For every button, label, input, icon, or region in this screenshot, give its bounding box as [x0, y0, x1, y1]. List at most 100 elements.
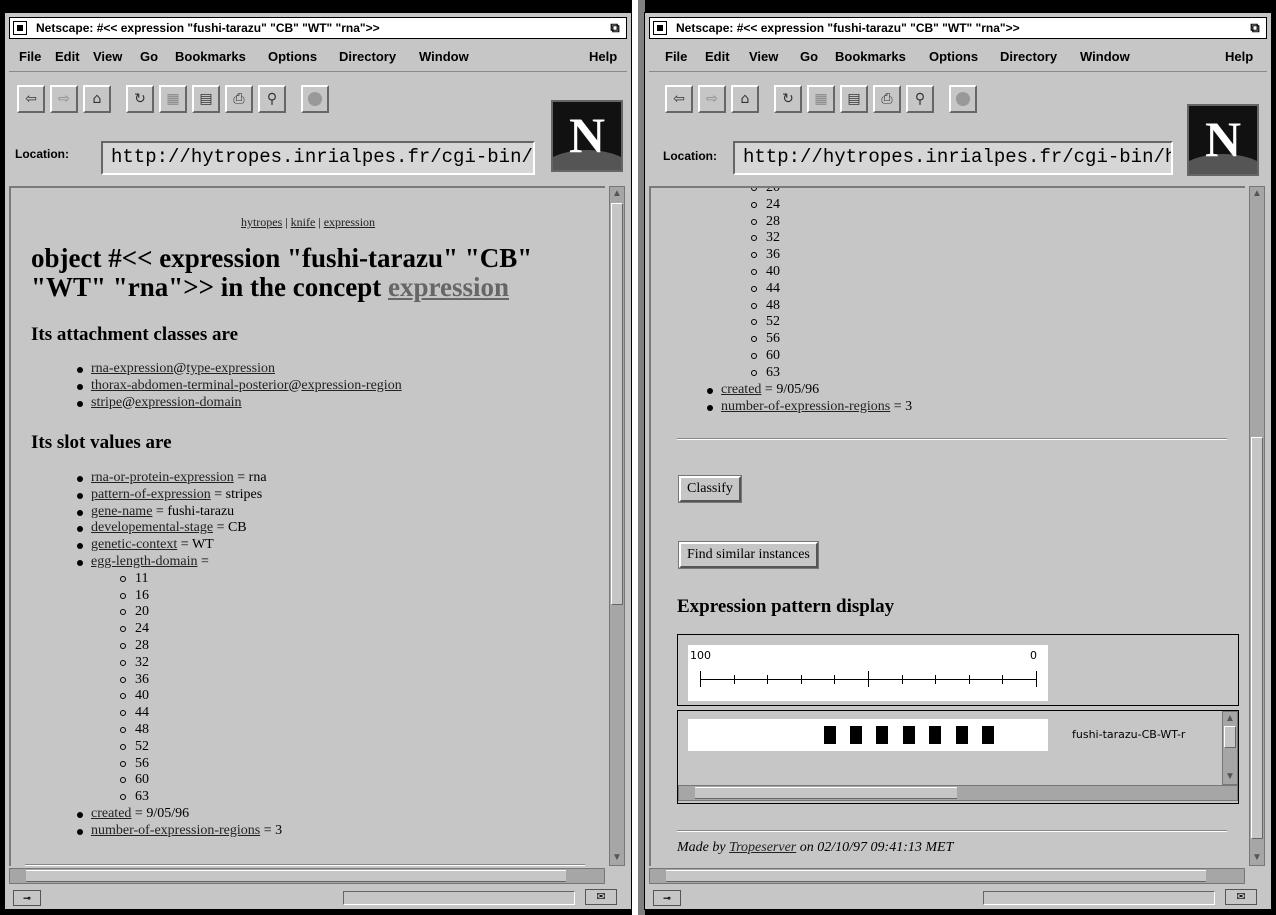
reload-icon[interactable]: ↻ [126, 85, 154, 113]
menu-directory[interactable]: Directory [339, 49, 396, 64]
title-bar[interactable]: Netscape: #<< expression "fushi-tarazu" … [649, 17, 1267, 39]
window-menu-icon[interactable] [13, 21, 27, 35]
list-item: created = 9/05/96 [707, 382, 912, 399]
scroll-up-icon[interactable]: ▲ [610, 187, 624, 201]
back-icon[interactable]: ⇦ [665, 85, 693, 113]
menu-help[interactable]: Help [589, 49, 617, 64]
slot-link[interactable]: egg-length-domain [91, 554, 198, 569]
stop-icon[interactable] [301, 85, 329, 113]
list-item: pattern-of-expression = stripes [77, 487, 282, 504]
crumb-hytropes[interactable]: hytropes [241, 215, 282, 229]
location-input[interactable]: http://hytropes.inrialpes.fr/cgi-bin/h [733, 141, 1173, 175]
scroll-up-icon[interactable]: ▲ [1250, 187, 1264, 201]
class-link[interactable]: expression-domain [135, 395, 242, 410]
slot-link[interactable]: developemental-stage [91, 520, 213, 535]
scrollbar-thumb[interactable] [666, 870, 1206, 882]
slot-link[interactable]: created [721, 382, 761, 397]
forward-icon[interactable]: ⇨ [50, 85, 78, 113]
slot-link[interactable]: rna-or-protein-expression [91, 470, 234, 485]
find-icon[interactable]: ⚲ [906, 85, 934, 113]
location-input[interactable]: http://hytropes.inrialpes.fr/cgi-bin/l [101, 141, 535, 175]
forward-icon[interactable]: ⇨ [698, 85, 726, 113]
menu-directory[interactable]: Directory [1000, 49, 1057, 64]
vertical-scrollbar[interactable]: ▲ ▼ [1249, 186, 1265, 866]
slot-link[interactable]: created [91, 806, 131, 821]
menu-go[interactable]: Go [800, 49, 818, 64]
security-key-icon[interactable]: ⊸ [13, 890, 41, 906]
scroll-down-icon[interactable]: ▼ [610, 851, 624, 865]
scrollbar-thumb[interactable] [611, 203, 623, 605]
menu-file[interactable]: File [19, 49, 41, 64]
maximize-icon[interactable]: ⧉ [607, 20, 623, 36]
security-key-icon[interactable]: ⊸ [653, 890, 681, 906]
scale-box: 100 0 [677, 634, 1239, 706]
horizontal-scrollbar[interactable] [649, 868, 1245, 884]
concept-link[interactable]: expression [388, 272, 509, 302]
menu-options[interactable]: Options [268, 49, 317, 64]
slot-link[interactable]: number-of-expression-regions [721, 399, 890, 414]
scroll-down-icon[interactable]: ▼ [1250, 851, 1264, 865]
crumb-knife[interactable]: knife [291, 215, 316, 229]
home-icon[interactable]: ⌂ [83, 85, 111, 113]
menu-bookmarks[interactable]: Bookmarks [175, 49, 246, 64]
back-icon[interactable]: ⇦ [17, 85, 45, 113]
class-link[interactable]: thorax-abdomen-terminal-posterior [91, 378, 288, 393]
find-similar-button[interactable]: Find similar instances [678, 541, 819, 569]
slot-value: = WT [177, 537, 214, 553]
title-bar[interactable]: Netscape: #<< expression "fushi-tarazu" … [9, 17, 627, 39]
mail-icon[interactable]: ✉ [585, 889, 617, 905]
slot-link[interactable]: gene-name [91, 504, 152, 519]
scroll-down-icon[interactable]: ▼ [1223, 770, 1237, 784]
menu-view[interactable]: View [93, 49, 122, 64]
home-icon[interactable]: ⌂ [731, 85, 759, 113]
scrollbar-thumb[interactable] [1251, 437, 1263, 839]
menu-file[interactable]: File [665, 49, 687, 64]
pattern-vscroll[interactable]: ▲ ▼ [1222, 711, 1238, 785]
maximize-icon[interactable]: ⧉ [1247, 20, 1263, 36]
egg-length-sublist: 11 16 20 24 28 32 36 40 44 48 52 56 60 6… [91, 571, 282, 806]
pattern-hscroll[interactable] [678, 785, 1238, 801]
menu-edit[interactable]: Edit [55, 49, 80, 64]
reload-icon[interactable]: ↻ [774, 85, 802, 113]
slot-link[interactable]: genetic-context [91, 537, 177, 552]
menu-window[interactable]: Window [419, 49, 469, 64]
scroll-up-icon[interactable]: ▲ [1223, 712, 1237, 726]
vertical-scrollbar[interactable]: ▲ ▼ [609, 186, 625, 866]
open-icon[interactable]: ▤ [840, 85, 868, 113]
print-icon[interactable]: ⎙ [225, 85, 253, 113]
class-link[interactable]: type-expression [186, 361, 275, 376]
netscape-logo[interactable]: N [1187, 104, 1259, 176]
netscape-logo[interactable]: N [551, 100, 623, 172]
menu-bookmarks[interactable]: Bookmarks [835, 49, 906, 64]
menu-window[interactable]: Window [1080, 49, 1130, 64]
mail-icon[interactable]: ✉ [1225, 889, 1257, 905]
scrollbar-thumb[interactable] [695, 787, 957, 799]
menu-view[interactable]: View [749, 49, 778, 64]
class-link[interactable]: rna-expression [91, 361, 173, 376]
list-item: thorax-abdomen-terminal-posterior@expres… [77, 378, 402, 395]
tropeserver-link[interactable]: Tropeserver [729, 840, 796, 855]
find-icon[interactable]: ⚲ [258, 85, 286, 113]
stop-icon[interactable] [949, 85, 977, 113]
menu-help[interactable]: Help [1225, 49, 1253, 64]
menu-options[interactable]: Options [929, 49, 978, 64]
scale-panel: 100 0 [688, 645, 1048, 701]
window-menu-icon[interactable] [653, 21, 667, 35]
open-icon[interactable]: ▤ [192, 85, 220, 113]
classify-button[interactable]: Classify [678, 475, 742, 503]
scrollbar-thumb[interactable] [1224, 726, 1236, 748]
class-link[interactable]: stripe [91, 395, 122, 410]
slot-link[interactable]: number-of-expression-regions [91, 823, 260, 838]
horizontal-scrollbar[interactable] [9, 868, 605, 884]
scrollbar-thumb[interactable] [26, 870, 566, 882]
images-icon[interactable]: ▦ [159, 85, 187, 113]
menu-go[interactable]: Go [140, 49, 158, 64]
egg-length-sublist: 20 24 28 32 36 40 44 48 52 56 60 63 [751, 188, 780, 382]
crumb-expression[interactable]: expression [324, 215, 375, 229]
print-icon[interactable]: ⎙ [873, 85, 901, 113]
scale-tick [935, 675, 936, 684]
slot-link[interactable]: pattern-of-expression [91, 487, 211, 502]
images-icon[interactable]: ▦ [807, 85, 835, 113]
menu-edit[interactable]: Edit [705, 49, 730, 64]
class-link[interactable]: expression-region [301, 378, 401, 393]
